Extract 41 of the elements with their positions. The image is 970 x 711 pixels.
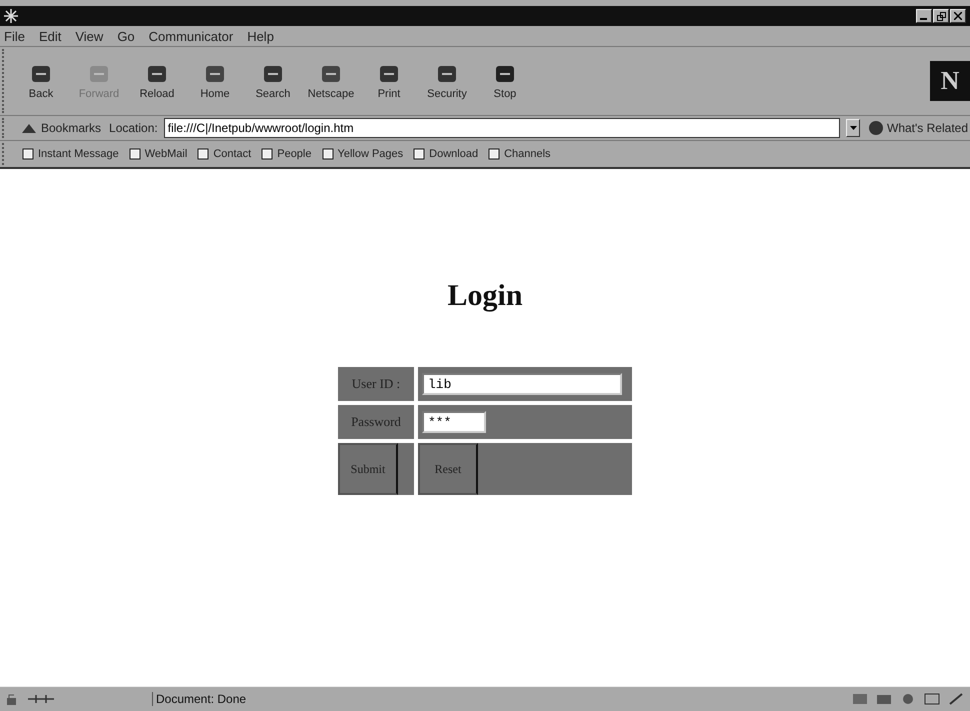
caret-icon <box>850 126 856 130</box>
personal-toolbar-button[interactable]: Contact <box>197 148 252 160</box>
page-heading: Login <box>447 279 523 313</box>
minimize-button[interactable] <box>916 9 932 23</box>
whats-related-button[interactable]: What's Related <box>866 120 970 136</box>
personal-toolbar-button[interactable]: WebMail <box>128 148 188 160</box>
menu-item[interactable]: Edit <box>38 28 62 44</box>
toolbar-button[interactable]: Home <box>186 62 244 100</box>
password-field[interactable]: *** <box>422 411 486 433</box>
restore-icon <box>936 12 946 20</box>
toolbar-button[interactable]: Search <box>244 62 302 100</box>
toolbar-button[interactable]: Stop <box>476 62 534 100</box>
menu-item[interactable]: View <box>75 28 104 44</box>
menu-item[interactable]: Help <box>247 28 274 44</box>
restore-button[interactable] <box>933 9 949 23</box>
menu-item[interactable]: Communicator <box>148 28 234 44</box>
personal-toolbar-button[interactable]: Channels <box>488 148 551 160</box>
dropdown-button[interactable] <box>846 119 860 137</box>
user-id-field[interactable]: lib <box>422 373 622 395</box>
netscape-logo: N <box>930 61 970 101</box>
personal-toolbar-button[interactable]: Download <box>413 148 478 160</box>
personal-toolbar-button[interactable]: Yellow Pages <box>322 148 404 160</box>
form-label: User ID : <box>338 367 414 401</box>
toolbar-button[interactable]: Security <box>418 62 476 100</box>
star-icon <box>4 9 18 23</box>
status-text: Document: Done <box>152 692 246 706</box>
menu-item[interactable]: Go <box>117 28 135 44</box>
menu-item[interactable]: File <box>4 28 25 44</box>
personal-toolbar-button[interactable]: Instant Message <box>22 148 119 160</box>
toolbar-button[interactable]: Back <box>12 62 70 100</box>
pen-icon <box>948 693 964 705</box>
toolbar-button[interactable]: Print <box>360 62 418 100</box>
form-label: Password <box>338 405 414 439</box>
close-icon <box>954 12 962 20</box>
location-label: Location: <box>109 121 158 135</box>
url-field[interactable]: file:///C|/Inetpub/wwwroot/login.htm <box>164 118 840 138</box>
bookmarks-button[interactable]: Bookmarks <box>18 121 104 135</box>
personal-toolbar-button[interactable]: People <box>261 148 312 160</box>
toolbar-button[interactable]: Netscape <box>302 62 360 100</box>
toolbar-button[interactable]: Reload <box>128 62 186 100</box>
close-button[interactable] <box>950 9 966 23</box>
